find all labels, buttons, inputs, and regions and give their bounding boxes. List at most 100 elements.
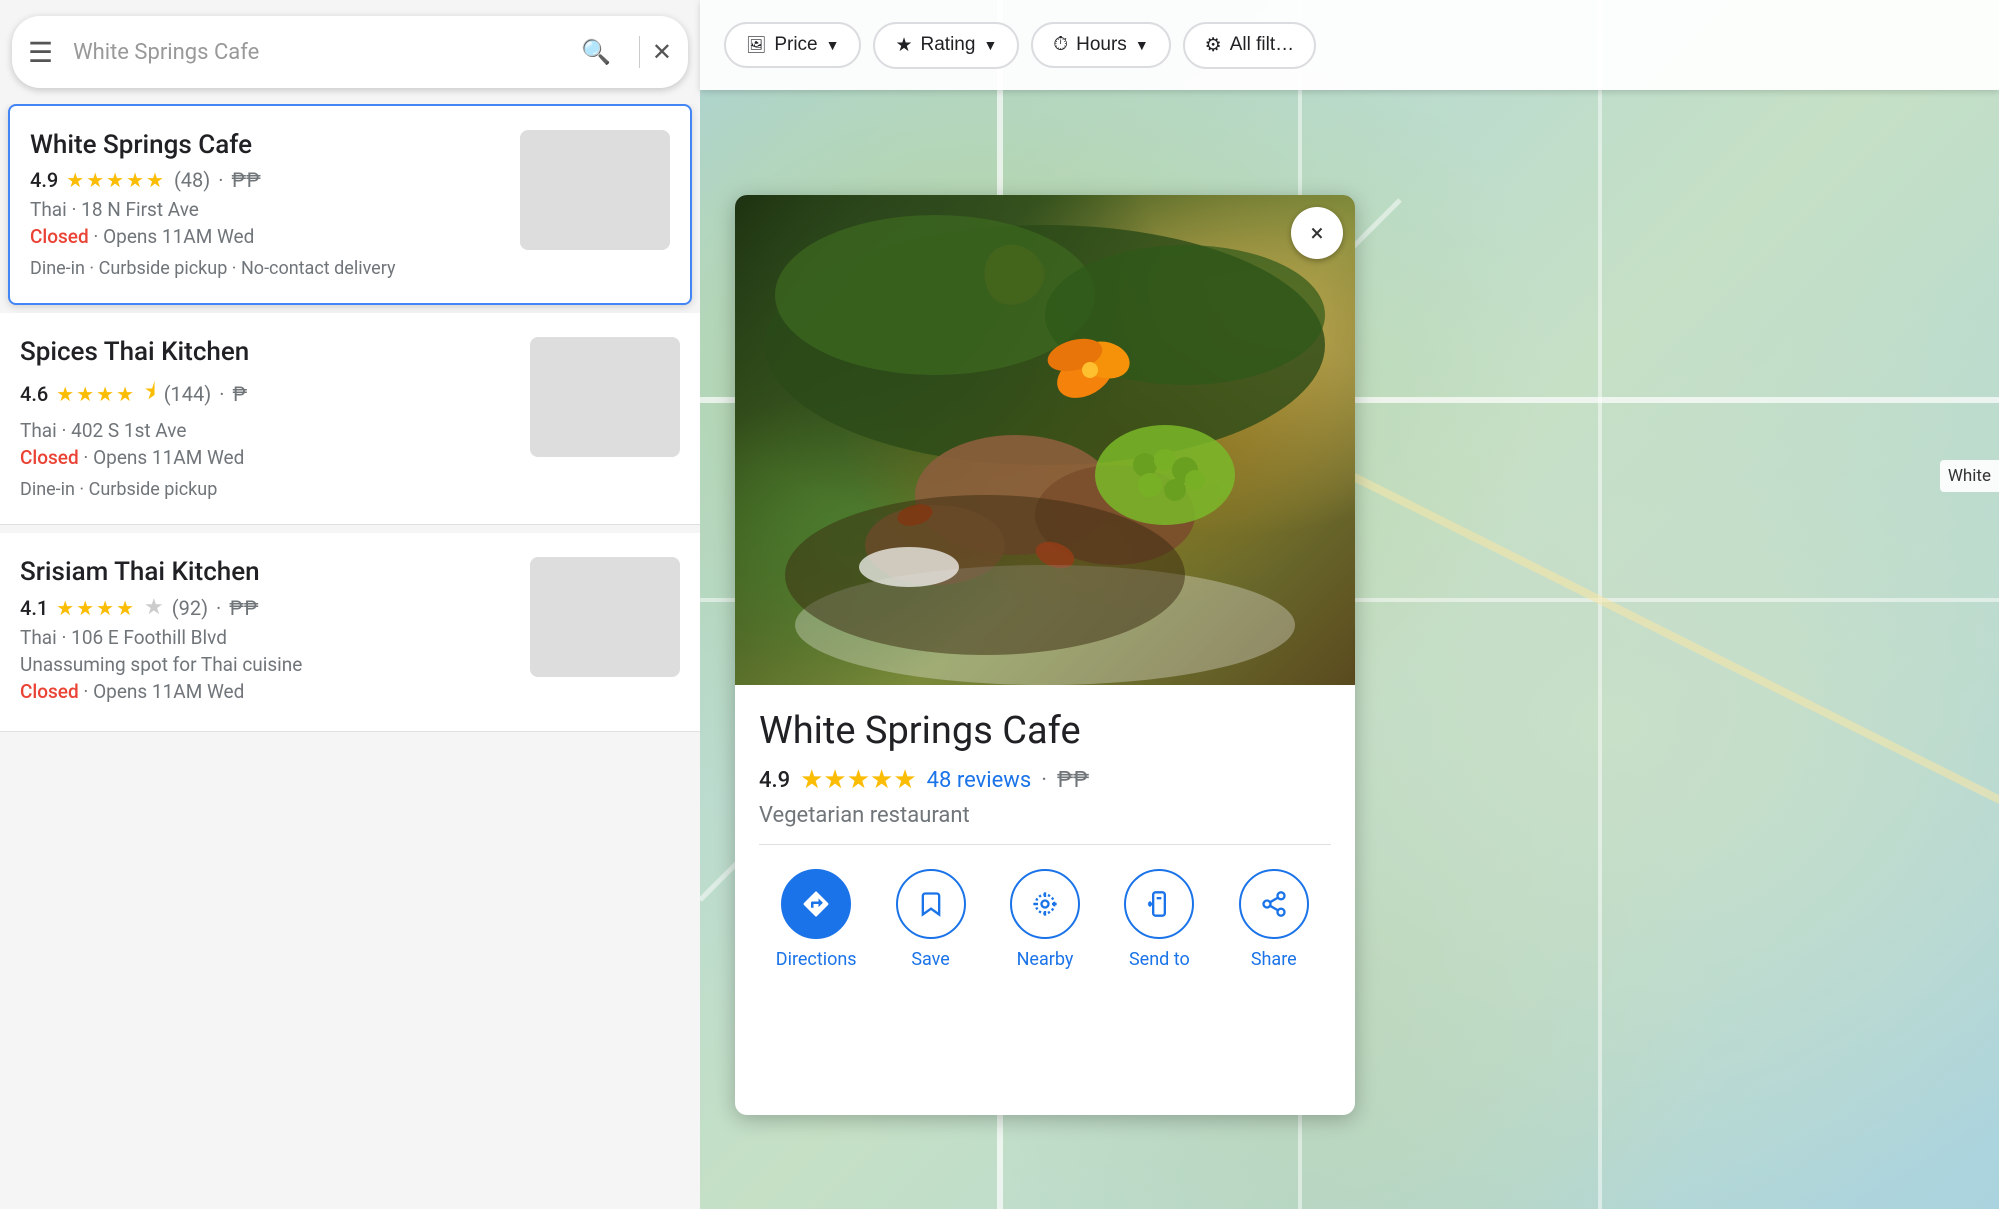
result-2-price-val: ₱ [232,382,247,406]
result-1-name: White Springs Cafe [30,130,504,160]
detail-rating: 4.9 [759,768,790,793]
result-card-2[interactable]: Spices Thai Kitchen 4.6 ★★★★⯨ (144) · ₱ … [0,313,700,525]
result-1-services: Dine-in · Curbside pickup · No-contact d… [30,258,504,279]
result-1-opens: · Opens 11AM Wed [93,225,254,248]
all-filters-icon: ⚙ [1205,34,1222,57]
nearby-label: Nearby [1017,949,1074,970]
result-card-1[interactable]: White Springs Cafe 4.9 ★★★★★ (48) · ₱₱ T… [8,104,692,305]
hours-filter-label: Hours [1076,34,1127,56]
detail-rating-row: 4.9 ★★★★★ 48 reviews · ₱₱ [759,765,1331,795]
result-1-photo [520,130,670,250]
result-card-3[interactable]: Srisiam Thai Kitchen 4.1 ★★★★★ (92) · ₱₱… [0,533,700,732]
hours-filter-button[interactable]: ⏱ Hours ▼ [1031,22,1170,68]
result-3-address: Thai · 106 E Foothill Blvd [20,626,514,649]
result-1-price: · [218,168,223,192]
rating-filter-icon: ★ [895,34,912,57]
save-icon-circle [896,869,966,939]
result-1-stars: ★★★★★ [66,168,166,192]
share-label: Share [1251,949,1297,970]
price-filter-icon: 🖼 [746,35,766,55]
detail-image: × [735,195,1355,685]
filter-bar: 🖼 Price ▼ ★ Rating ▼ ⏱ Hours ▼ ⚙ All fil… [700,0,1999,90]
send-to-label: Send to [1129,949,1190,970]
result-3-reviews: (92) [172,596,208,620]
directions-label: Directions [776,949,857,970]
result-2-opens: · Opens 11AM Wed [83,446,244,469]
result-2-rating-row: 4.6 ★★★★⯨ (144) · ₱ [20,375,514,413]
result-2-price: · [219,382,224,406]
result-3-description: Unassuming spot for Thai cuisine [20,653,514,676]
result-card-3-content: Srisiam Thai Kitchen 4.1 ★★★★★ (92) · ₱₱… [20,557,514,707]
result-1-price-val: ₱₱ [231,168,260,192]
result-1-status: Closed · Opens 11AM Wed [30,225,504,248]
result-3-status: Closed · Opens 11AM Wed [20,680,514,703]
send-to-icon-circle [1124,869,1194,939]
result-1-rating-row: 4.9 ★★★★★ (48) · ₱₱ [30,168,504,192]
directions-icon-circle [781,869,851,939]
detail-price: ₱₱ [1057,768,1089,793]
result-2-services: Dine-in · Curbside pickup [20,479,514,500]
price-filter-arrow: ▼ [826,37,840,53]
directions-action[interactable]: Directions [766,869,866,970]
nearby-icon-circle [1010,869,1080,939]
result-3-price: · [216,596,221,620]
result-3-opens: · Opens 11AM Wed [83,680,244,703]
place-detail-panel: × White Springs Cafe 4.9 ★★★★★ 48 review… [735,195,1355,1115]
result-3-photo [530,557,680,677]
result-1-image [520,130,670,250]
results-list: White Springs Cafe 4.9 ★★★★★ (48) · ₱₱ T… [0,104,700,1209]
rating-filter-label: Rating [921,34,976,56]
result-card-1-content: White Springs Cafe 4.9 ★★★★★ (48) · ₱₱ T… [30,130,504,279]
result-2-image [530,337,680,457]
rating-filter-button[interactable]: ★ Rating ▼ [873,22,1019,69]
result-2-closed: Closed [20,446,79,469]
nearby-action[interactable]: Nearby [995,869,1095,970]
result-2-photo [530,337,680,457]
result-2-stars: ★★★★ [56,382,136,406]
result-3-closed: Closed [20,680,79,703]
detail-reviews-link[interactable]: 48 reviews [927,768,1032,793]
result-2-name: Spices Thai Kitchen [20,337,514,367]
rating-filter-arrow: ▼ [983,37,997,53]
send-to-action[interactable]: Send to [1109,869,1209,970]
result-3-name: Srisiam Thai Kitchen [20,557,514,587]
result-3-rating-row: 4.1 ★★★★★ (92) · ₱₱ [20,595,514,620]
search-icon[interactable]: 🔍 [581,38,611,66]
hours-filter-arrow: ▼ [1135,37,1149,53]
result-3-price-val: ₱₱ [229,596,258,620]
result-2-rating: 4.6 [20,382,48,406]
result-3-stars: ★★★★ [56,596,136,620]
sidebar: ☰ White Springs Cafe 🔍 ✕ White Springs C… [0,0,700,1209]
close-detail-button[interactable]: × [1291,207,1343,259]
detail-type: Vegetarian restaurant [759,803,1331,828]
map-edge-label: White [1940,460,1999,492]
search-text: White Springs Cafe [73,40,581,65]
detail-price-separator: · [1041,768,1047,793]
clear-search-icon[interactable]: ✕ [652,38,672,66]
price-filter-label: Price [774,34,817,56]
share-action[interactable]: Share [1224,869,1324,970]
detail-place-name: White Springs Cafe [759,709,1331,753]
price-filter-button[interactable]: 🖼 Price ▼ [724,22,861,68]
food-photo [735,195,1355,685]
result-2-status: Closed · Opens 11AM Wed [20,446,514,469]
result-2-address: Thai · 402 S 1st Ave [20,419,514,442]
hours-filter-icon: ⏱ [1053,34,1068,56]
result-1-reviews: (48) [174,168,210,192]
save-label: Save [911,949,950,970]
result-3-rating: 4.1 [20,596,48,620]
detail-stars: ★★★★★ [800,765,917,795]
share-icon-circle [1239,869,1309,939]
result-card-2-content: Spices Thai Kitchen 4.6 ★★★★⯨ (144) · ₱ … [20,337,514,500]
close-icon: × [1311,219,1324,247]
search-divider [639,36,640,68]
save-action[interactable]: Save [881,869,981,970]
all-filters-button[interactable]: ⚙ All filt… [1183,22,1316,69]
detail-content: White Springs Cafe 4.9 ★★★★★ 48 reviews … [735,685,1355,994]
result-1-address: Thai · 18 N First Ave [30,198,504,221]
result-3-image [530,557,680,677]
detail-divider [759,844,1331,845]
menu-icon[interactable]: ☰ [28,36,53,69]
result-1-closed: Closed [30,225,89,248]
result-1-rating: 4.9 [30,168,58,192]
